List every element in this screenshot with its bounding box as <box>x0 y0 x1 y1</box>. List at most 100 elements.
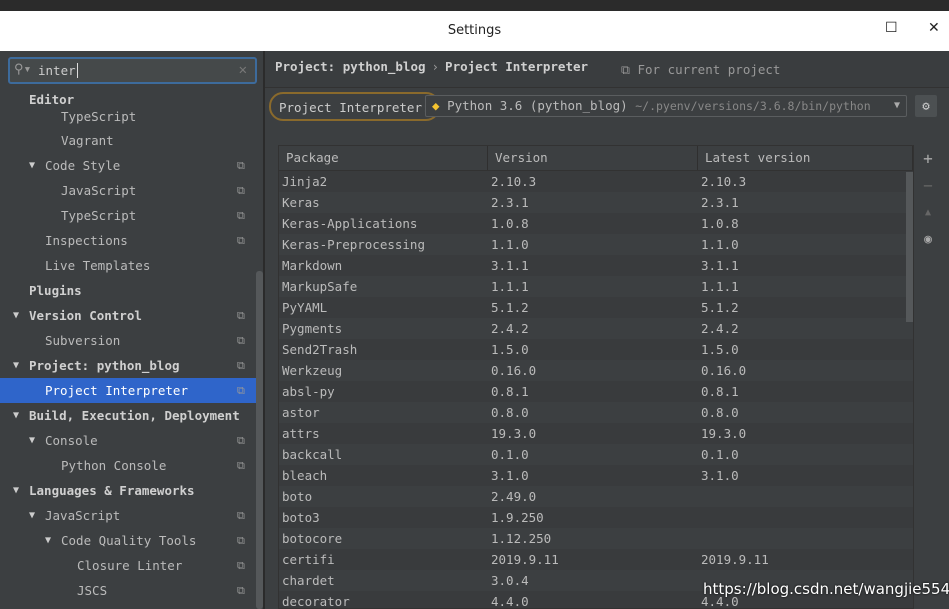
table-row[interactable]: Jinja2 2.10.3 2.10.3 <box>279 171 913 192</box>
table-scrollbar[interactable] <box>906 172 913 322</box>
interpreter-name: Python 3.6 (python_blog) <box>447 98 628 113</box>
package-name: Jinja2 <box>282 174 328 189</box>
table-row[interactable]: botocore 1.12.250 <box>279 528 913 549</box>
show-early-releases-button[interactable]: ◉ <box>915 226 941 253</box>
table-row[interactable]: Pygments 2.4.2 2.4.2 <box>279 318 913 339</box>
table-row[interactable]: backcall 0.1.0 0.1.0 <box>279 444 913 465</box>
table-row[interactable]: boto3 1.9.250 <box>279 507 913 528</box>
latest-version: 0.1.0 <box>701 447 739 462</box>
tree-item-label: JavaScript <box>61 183 137 198</box>
package-version: 0.1.0 <box>491 447 529 462</box>
tree-item[interactable]: Subversion ⧉ <box>0 328 256 353</box>
project-scope-icon: ⧉ <box>237 359 245 372</box>
tree-item-label: Subversion <box>45 333 121 348</box>
package-version: 2.4.2 <box>491 321 529 336</box>
tree-item[interactable]: ▼ Build, Execution, Deployment <box>0 403 256 428</box>
package-toolbar: + − ▲ ◉ <box>915 145 941 609</box>
tree-item[interactable]: Closure Linter ⧉ <box>0 553 256 578</box>
interpreter-select[interactable]: ◆ Python 3.6 (python_blog) ~/.pyenv/vers… <box>425 95 907 117</box>
tree-item[interactable]: ▼ Console ⧉ <box>0 428 256 453</box>
tree-item-label: Project Interpreter <box>45 383 188 398</box>
expand-arrow-icon[interactable]: ▼ <box>13 478 19 503</box>
python-icon: ◆ <box>432 98 440 113</box>
tree-item[interactable]: Editor <box>0 91 256 108</box>
tree-item[interactable]: ▼ Code Quality Tools ⧉ <box>0 528 256 553</box>
tree-item-label: Inspections <box>45 233 128 248</box>
tree-item[interactable]: ▼ Project: python_blog ⧉ <box>0 353 256 378</box>
package-version: 3.0.4 <box>491 573 529 588</box>
column-package[interactable]: Package <box>279 146 488 170</box>
table-row[interactable]: astor 0.8.0 0.8.0 <box>279 402 913 423</box>
table-row[interactable]: Keras-Preprocessing 1.1.0 1.1.0 <box>279 234 913 255</box>
breadcrumb-separator: › <box>431 59 440 74</box>
tree-item[interactable]: ▼ Code Style ⧉ <box>0 153 256 178</box>
add-package-button[interactable]: + <box>915 145 941 172</box>
tree-item[interactable]: Project Interpreter ⧉ <box>0 378 256 403</box>
latest-version: 0.8.1 <box>701 384 739 399</box>
expand-arrow-icon[interactable]: ▼ <box>29 503 35 528</box>
table-row[interactable]: Werkzeug 0.16.0 0.16.0 <box>279 360 913 381</box>
title-bar: Settings ☐ ✕ <box>0 11 949 51</box>
tree-item[interactable]: Vagrant <box>0 128 256 153</box>
table-row[interactable]: bleach 3.1.0 3.1.0 <box>279 465 913 486</box>
package-name: Keras-Applications <box>282 216 418 231</box>
column-version[interactable]: Version <box>488 146 698 170</box>
table-row[interactable]: certifi 2019.9.11 2019.9.11 <box>279 549 913 570</box>
package-name: backcall <box>282 447 343 462</box>
upgrade-package-button[interactable]: ▲ <box>915 199 941 226</box>
latest-version: 1.1.1 <box>701 279 739 294</box>
expand-arrow-icon[interactable]: ▼ <box>29 428 35 453</box>
tree-item[interactable]: JavaScript ⧉ <box>0 178 256 203</box>
table-row[interactable]: attrs 19.3.0 19.3.0 <box>279 423 913 444</box>
table-row[interactable]: boto 2.49.0 <box>279 486 913 507</box>
interpreter-settings-button[interactable]: ⚙ <box>915 95 937 117</box>
tree-item[interactable]: Inspections ⧉ <box>0 228 256 253</box>
table-row[interactable]: PyYAML 5.1.2 5.1.2 <box>279 297 913 318</box>
tree-item[interactable]: Python Console ⧉ <box>0 453 256 478</box>
package-version: 1.1.0 <box>491 237 529 252</box>
table-row[interactable]: Keras 2.3.1 2.3.1 <box>279 192 913 213</box>
expand-arrow-icon[interactable]: ▼ <box>13 403 19 428</box>
tree-item[interactable]: ▼ Languages & Frameworks <box>0 478 256 503</box>
tree-item-label: Console <box>45 433 98 448</box>
tree-item[interactable]: Live Templates <box>0 253 256 278</box>
tree-item[interactable]: TypeScript ⧉ <box>0 203 256 228</box>
main-panel: Project: python_blog › Project Interpreter… <box>265 51 949 609</box>
package-name: MarkupSafe <box>282 279 358 294</box>
sidebar-scrollbar[interactable] <box>256 271 263 609</box>
table-row[interactable]: Keras-Applications 1.0.8 1.0.8 <box>279 213 913 234</box>
package-version: 1.0.8 <box>491 216 529 231</box>
tree-item-label: Closure Linter <box>77 558 183 573</box>
settings-search-input[interactable]: ⚲▾ inter ✕ <box>8 57 257 84</box>
search-value[interactable]: inter <box>38 63 78 78</box>
breadcrumb: Project: python_blog › Project Interpreter <box>275 59 588 74</box>
tree-item[interactable]: Plugins <box>0 278 256 303</box>
package-name: astor <box>282 405 320 420</box>
tree-item[interactable]: ▼ Version Control ⧉ <box>0 303 256 328</box>
column-latest-version[interactable]: Latest version <box>698 146 913 170</box>
close-button[interactable]: ✕ <box>928 20 940 36</box>
expand-arrow-icon[interactable]: ▼ <box>13 303 19 328</box>
interpreter-path: ~/.pyenv/versions/3.6.8/bin/python <box>635 99 871 113</box>
expand-arrow-icon[interactable]: ▼ <box>45 528 51 553</box>
table-row[interactable]: MarkupSafe 1.1.1 1.1.1 <box>279 276 913 297</box>
package-name: certifi <box>282 552 335 567</box>
table-row[interactable]: Send2Trash 1.5.0 1.5.0 <box>279 339 913 360</box>
latest-version: 2.10.3 <box>701 174 747 189</box>
clear-search-icon[interactable]: ✕ <box>239 62 247 78</box>
table-row[interactable]: Markdown 3.1.1 3.1.1 <box>279 255 913 276</box>
copy-icon: ⧉ <box>621 62 630 77</box>
package-version: 3.1.0 <box>491 468 529 483</box>
tree-item[interactable]: TypeScript <box>0 108 256 128</box>
package-name: bleach <box>282 468 328 483</box>
tree-item[interactable]: ▼ JavaScript ⧉ <box>0 503 256 528</box>
tree-item[interactable]: JSCS ⧉ <box>0 578 256 603</box>
maximize-button[interactable]: ☐ <box>885 20 898 36</box>
expand-arrow-icon[interactable]: ▼ <box>13 353 19 378</box>
latest-version <box>698 528 913 549</box>
project-scope-icon: ⧉ <box>237 559 245 572</box>
table-row[interactable]: absl-py 0.8.1 0.8.1 <box>279 381 913 402</box>
package-version: 0.8.1 <box>491 384 529 399</box>
remove-package-button[interactable]: − <box>915 172 941 199</box>
expand-arrow-icon[interactable]: ▼ <box>29 153 35 178</box>
